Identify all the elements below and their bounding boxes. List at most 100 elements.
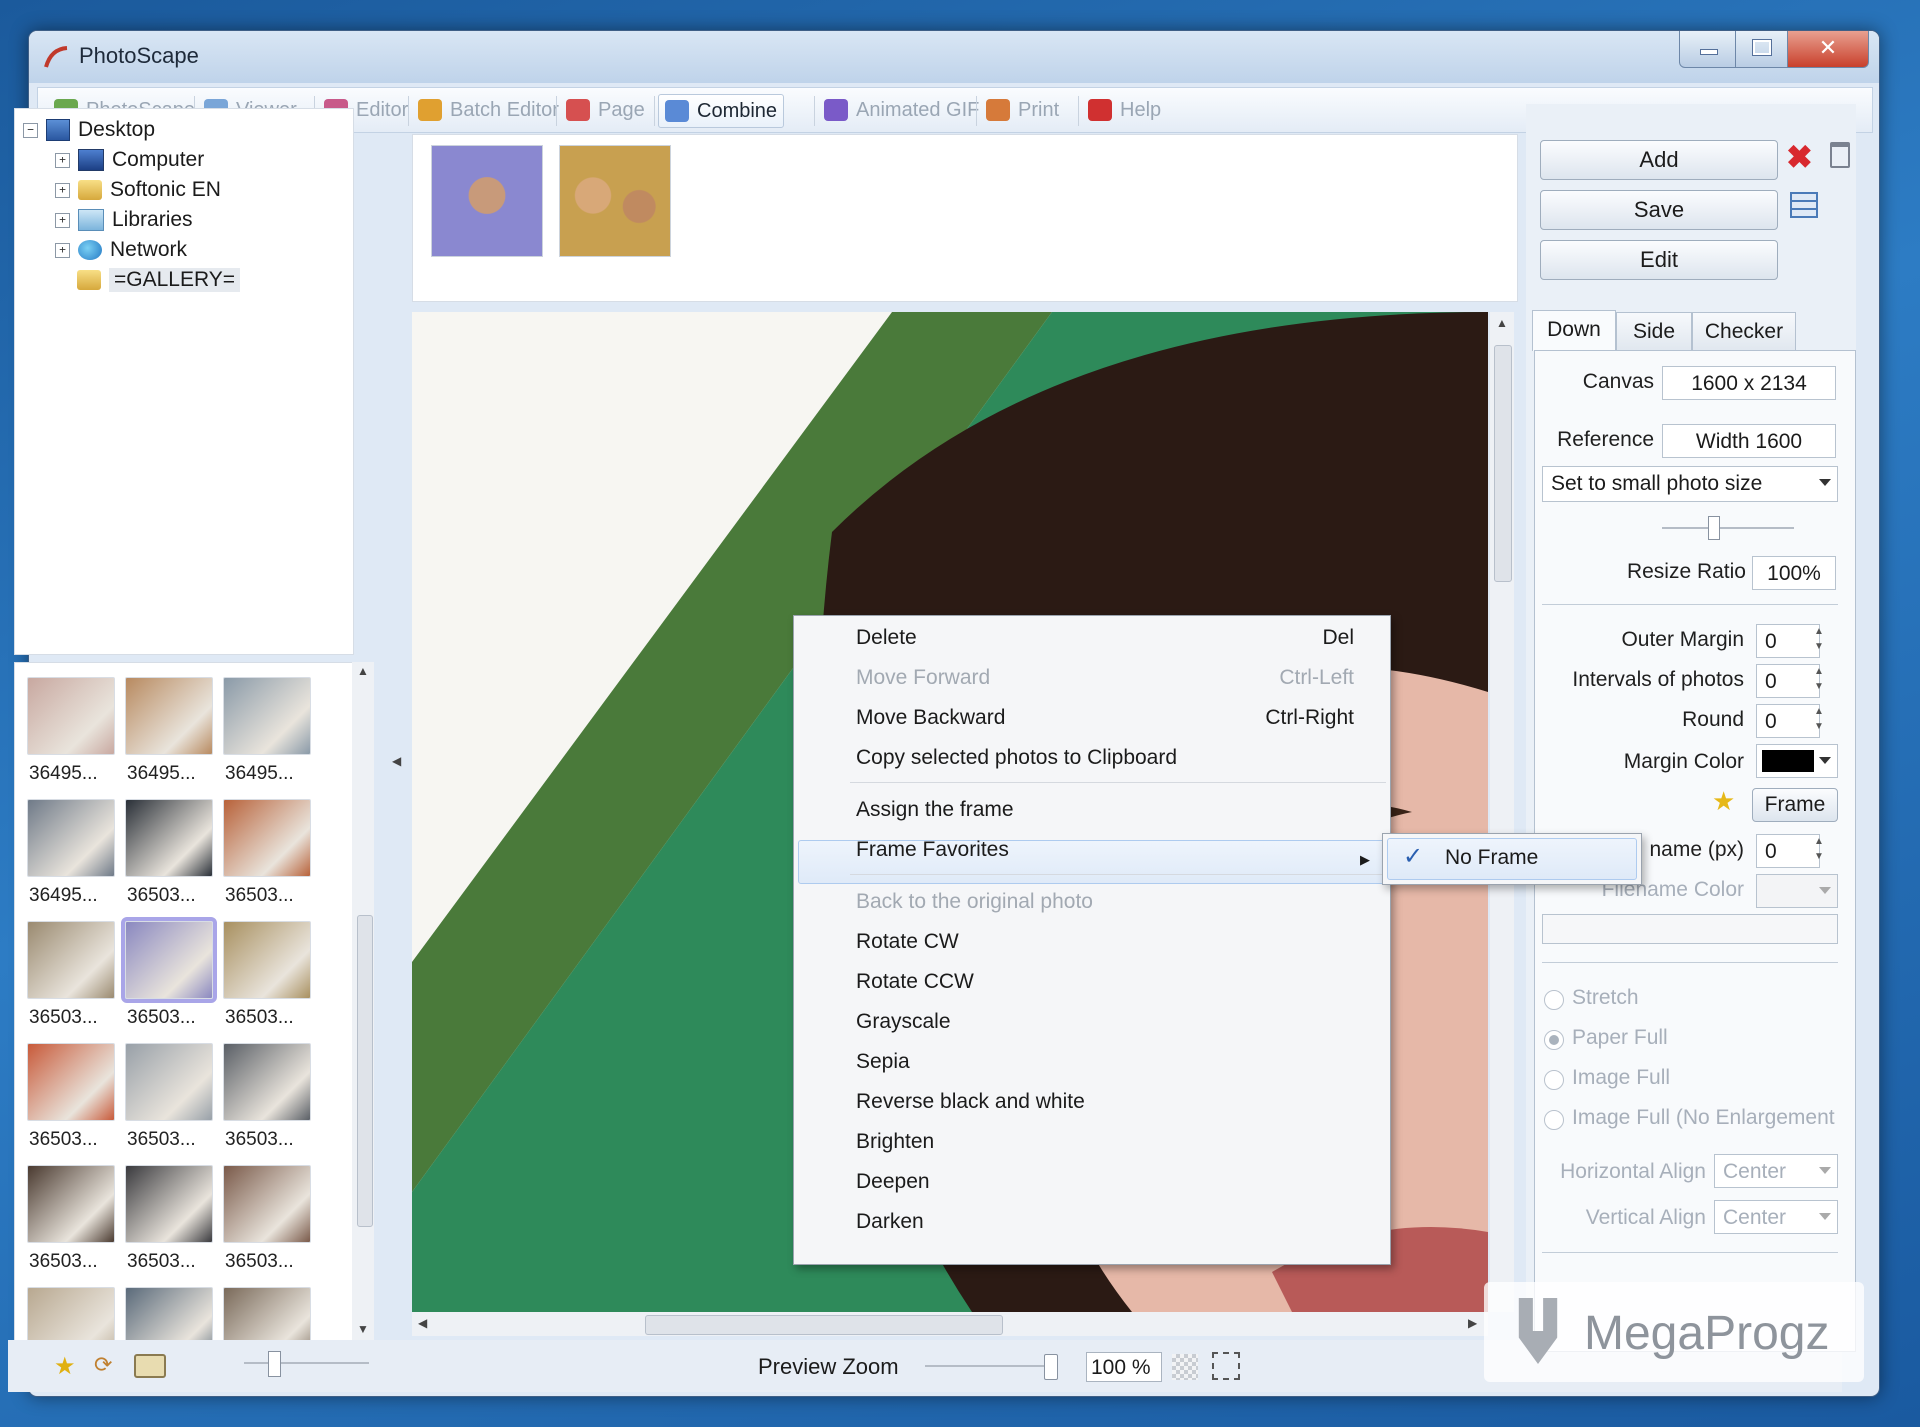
thumbnail-item[interactable]: 36503... (219, 1037, 313, 1155)
batch-editor-icon (418, 99, 442, 121)
thumbnail-item[interactable]: 36495... (219, 671, 313, 789)
thumbnail-size-slider[interactable] (244, 1362, 369, 1364)
thumbnail-item[interactable]: 36503... (23, 1159, 117, 1277)
thumbnail-item[interactable]: 36503... (121, 793, 215, 911)
image-full-radio[interactable] (1544, 1070, 1564, 1090)
expand-icon[interactable]: + (55, 182, 70, 198)
resize-ratio-slider[interactable] (1662, 527, 1794, 529)
thumbnail-scroll-thumb[interactable] (357, 915, 373, 1227)
thumbnail-image (223, 1165, 311, 1243)
tab-help[interactable]: Help (1082, 94, 1167, 126)
thumbnail-item[interactable]: 36503... (219, 915, 313, 1033)
edit-button[interactable]: Edit (1540, 240, 1778, 280)
tab-down[interactable]: Down (1532, 310, 1616, 351)
favorite-star-icon[interactable]: ★ (54, 1352, 76, 1381)
minimize-button[interactable] (1679, 31, 1737, 68)
fit-to-window-icon[interactable] (1212, 1352, 1240, 1380)
transparency-grid-icon[interactable] (1172, 1354, 1198, 1380)
slideshow-icon[interactable] (134, 1354, 166, 1378)
combine-photo-strip[interactable] (412, 134, 1518, 302)
intervals-field[interactable]: 0 (1756, 664, 1820, 698)
maximize-button[interactable] (1735, 31, 1789, 68)
menu-item-label: Back to the original photo (856, 890, 1093, 913)
list-view-icon[interactable] (1790, 192, 1818, 218)
add-button[interactable]: Add (1540, 140, 1778, 180)
margin-color-picker[interactable] (1756, 744, 1838, 778)
scroll-right-icon[interactable]: ▶ (1468, 1316, 1477, 1330)
strip-photo[interactable] (559, 145, 671, 257)
tab-print[interactable]: Print (980, 94, 1065, 126)
folder-tree[interactable]: − Desktop + Computer + Softonic EN + Lib… (14, 108, 354, 655)
scroll-up-icon[interactable]: ▲ (1496, 316, 1508, 330)
thumbnail-item[interactable]: 36495... (23, 671, 117, 789)
margin-color-swatch (1762, 750, 1814, 772)
thumbnail-item[interactable]: 36495... (23, 793, 117, 911)
expand-icon[interactable]: + (55, 242, 70, 258)
tree-item-gallery[interactable]: =GALLERY= (77, 267, 241, 293)
collapse-pane-icon[interactable]: ◀ (392, 754, 401, 768)
thumbnail-size-slider-knob[interactable] (268, 1351, 281, 1377)
thumbnail-item[interactable]: 36503... (219, 1159, 313, 1277)
spinner-icon[interactable]: ▲ ▼ (1814, 624, 1824, 654)
thumbnail-item[interactable]: 36495... (121, 671, 215, 789)
outer-margin-field[interactable]: 0 (1756, 624, 1820, 658)
favorite-star-icon[interactable]: ★ (1712, 786, 1735, 817)
expand-icon[interactable]: + (55, 152, 70, 168)
strip-photo[interactable] (431, 145, 543, 257)
tab-batch-editor[interactable]: Batch Editor (412, 94, 565, 126)
size-mode-dropdown[interactable]: Set to small photo size (1542, 466, 1838, 502)
paper-full-radio[interactable] (1544, 1030, 1564, 1050)
refresh-icon[interactable]: ⟳ (94, 1352, 112, 1378)
thumbnail-item[interactable]: 36503... (121, 1037, 215, 1155)
scroll-up-icon[interactable]: ▲ (357, 664, 369, 678)
thumbnail-item[interactable]: 36503... (23, 915, 117, 1033)
image-full-no-enlarge-radio[interactable] (1544, 1110, 1564, 1130)
thumbnail-item[interactable]: 36503... (121, 1159, 215, 1277)
thumbnail-item[interactable]: 36503... (219, 793, 313, 911)
remove-icon[interactable]: ✖ (1786, 138, 1813, 176)
trash-icon[interactable] (1830, 142, 1850, 168)
tree-item-computer[interactable]: + Computer (55, 147, 204, 173)
preview-vertical-scroll-thumb[interactable] (1494, 345, 1512, 582)
save-button[interactable]: Save (1540, 190, 1778, 230)
thumbnail-item[interactable] (219, 1281, 313, 1343)
tree-item-libraries[interactable]: + Libraries (55, 207, 193, 233)
spinner-icon[interactable]: ▲ ▼ (1814, 704, 1824, 734)
tree-item-softonic[interactable]: + Softonic EN (55, 177, 221, 203)
stretch-radio[interactable] (1544, 990, 1564, 1010)
round-field[interactable]: 0 (1756, 704, 1820, 738)
filename-color-picker[interactable] (1756, 874, 1838, 908)
tab-combine[interactable]: Combine (658, 94, 785, 128)
expand-icon[interactable]: + (55, 212, 70, 228)
filename-size-field[interactable]: 0 (1756, 834, 1820, 868)
scroll-down-icon[interactable]: ▼ (357, 1322, 369, 1336)
collapse-icon[interactable]: − (23, 122, 38, 138)
tab-animated-gif[interactable]: Animated GIF (818, 94, 985, 126)
spinner-icon[interactable]: ▲ ▼ (1814, 664, 1824, 694)
title-bar[interactable]: PhotoScape ✕ (29, 31, 1879, 83)
tab-checker[interactable]: Checker (1692, 312, 1796, 351)
vertical-align-dropdown[interactable]: Center (1714, 1200, 1838, 1234)
menu-separator (850, 874, 1386, 875)
thumbnail-item[interactable]: 36503... (121, 915, 217, 1033)
tree-item-network[interactable]: + Network (55, 237, 187, 263)
scroll-left-icon[interactable]: ◀ (418, 1316, 427, 1330)
frame-button[interactable]: Frame (1752, 788, 1838, 822)
filename-text-field[interactable] (1542, 914, 1838, 944)
tree-item-desktop[interactable]: − Desktop (23, 117, 155, 143)
close-button[interactable]: ✕ (1787, 31, 1869, 68)
thumbnail-item[interactable] (121, 1281, 215, 1343)
thumbnail-grid[interactable]: 36495... 36495... 36495... 36495... 36503...… (14, 662, 354, 1344)
resize-ratio-slider-knob[interactable] (1708, 516, 1720, 540)
canvas-label: Canvas (1582, 370, 1654, 393)
thumbnail-item[interactable] (23, 1281, 117, 1343)
tab-side[interactable]: Side (1616, 312, 1692, 351)
spinner-icon[interactable]: ▲ ▼ (1814, 834, 1824, 864)
preview-zoom-slider-knob[interactable] (1043, 1354, 1058, 1380)
horizontal-align-dropdown[interactable]: Center (1714, 1154, 1838, 1188)
preview-zoom-slider[interactable] (925, 1365, 1055, 1367)
resize-ratio-field[interactable]: 100% (1752, 556, 1836, 590)
preview-horizontal-scroll-thumb[interactable] (645, 1315, 1003, 1335)
tab-page[interactable]: Page (560, 94, 651, 126)
thumbnail-item[interactable]: 36503... (23, 1037, 117, 1155)
